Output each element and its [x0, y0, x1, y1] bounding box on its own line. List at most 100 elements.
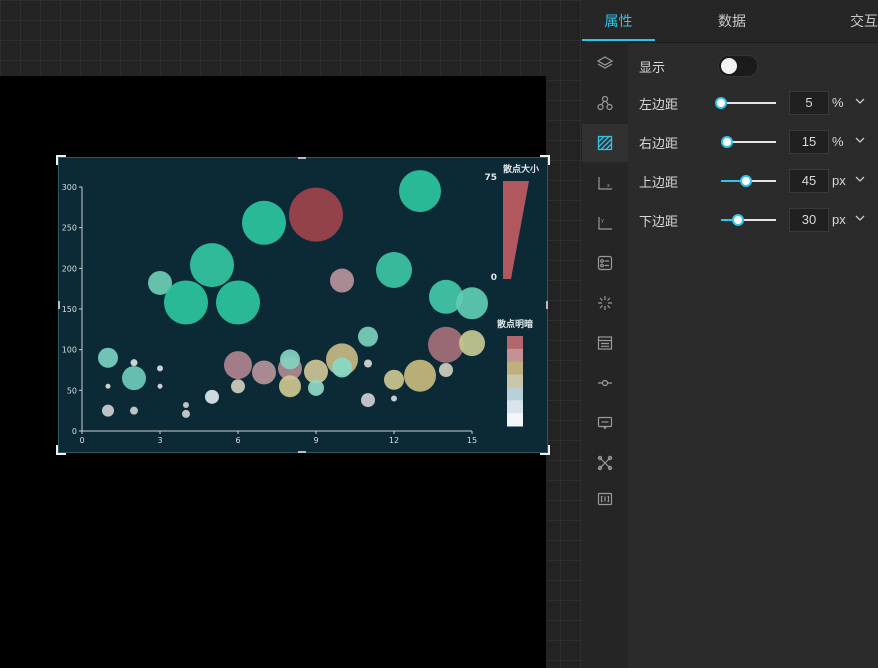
x-tick-label: 3 — [157, 436, 162, 445]
size-legend-max-label: 75 — [484, 173, 497, 183]
bottom-margin-slider[interactable] — [721, 214, 776, 226]
right-margin-label: 右边距 — [639, 136, 679, 151]
scatter-point — [399, 170, 441, 213]
resize-handle-right[interactable] — [546, 301, 548, 309]
bottom-margin-row: 下边距 30 px — [639, 207, 869, 233]
x-tick-label: 12 — [389, 436, 399, 445]
hatch-pattern-icon[interactable] — [582, 124, 628, 162]
y-axis-icon[interactable]: y — [582, 204, 628, 242]
scatter-point — [364, 359, 372, 368]
panel-tabs: 属性 数据 交互 — [582, 0, 878, 43]
show-toggle[interactable] — [718, 55, 758, 77]
scatter-point — [130, 359, 138, 367]
scatter-point — [224, 351, 252, 380]
scatter-point — [216, 280, 260, 325]
scatter-point — [459, 330, 485, 357]
tab-data[interactable]: 数据 — [692, 0, 772, 42]
x-tick-label: 0 — [79, 436, 84, 445]
legend-settings-icon[interactable] — [582, 244, 628, 282]
y-tick-label: 300 — [62, 183, 77, 192]
scatter-chart-widget[interactable]: 0 50 100 150 200 250 300 0 3 6 9 12 15 散点大小 75 0 散点明暗 — [56, 155, 550, 455]
tab-interaction[interactable]: 交互 — [808, 0, 878, 42]
right-margin-input[interactable]: 15 — [789, 130, 829, 154]
top-margin-label: 上边距 — [639, 175, 679, 190]
color-legend-segment — [507, 374, 523, 388]
x-tick-label: 9 — [313, 436, 318, 445]
chevron-down-icon[interactable] — [853, 133, 867, 147]
scatter-point — [130, 406, 138, 415]
scatter-point — [330, 268, 354, 293]
resize-handle-bottom[interactable] — [298, 451, 306, 453]
scatter-point — [404, 359, 436, 392]
size-legend-min-label: 0 — [491, 273, 497, 283]
slider-line-icon[interactable] — [582, 364, 628, 402]
bracket-code-icon[interactable] — [582, 480, 628, 518]
scatter-chart: 0 50 100 150 200 250 300 0 3 6 9 12 15 散点大小 75 0 散点明暗 — [62, 163, 539, 445]
show-label: 显示 — [639, 60, 666, 75]
size-legend-title: 散点大小 — [503, 163, 539, 175]
scatter-point — [384, 369, 404, 390]
tooltip-icon[interactable] — [582, 404, 628, 442]
scatter-point — [308, 379, 324, 396]
scatter-point — [252, 360, 276, 385]
nodes-icon[interactable] — [582, 84, 628, 122]
bottom-margin-input[interactable]: 30 — [789, 208, 829, 232]
sparkle-effect-icon[interactable] — [582, 284, 628, 322]
scatter-point — [182, 409, 190, 418]
color-legend-segment — [507, 413, 523, 427]
size-legend-shape — [503, 181, 529, 279]
top-margin-unit: px — [832, 173, 846, 188]
scatter-point — [391, 395, 397, 402]
show-row: 显示 — [639, 53, 869, 79]
layers-icon[interactable] — [582, 44, 628, 82]
resize-handle-top-left[interactable] — [56, 155, 66, 165]
scatter-point — [279, 375, 301, 398]
slider-handle[interactable] — [715, 97, 727, 109]
data-table-icon[interactable] — [582, 324, 628, 362]
scatter-point — [376, 251, 412, 288]
x-tick-label: 15 — [467, 436, 477, 445]
settings-category-bar: x y — [582, 42, 628, 668]
resize-handle-bottom-left[interactable] — [56, 445, 66, 455]
scatter-point — [332, 357, 352, 378]
scatter-point — [439, 363, 453, 377]
left-margin-label: 左边距 — [639, 97, 679, 112]
top-margin-slider[interactable] — [721, 175, 776, 187]
toggle-knob — [721, 58, 737, 74]
resize-handle-bottom-right[interactable] — [540, 445, 550, 455]
x-axis-icon[interactable]: x — [582, 164, 628, 202]
left-margin-input[interactable]: 5 — [789, 91, 829, 115]
resize-handle-top-right[interactable] — [540, 155, 550, 165]
scatter-point — [358, 326, 378, 347]
top-margin-input[interactable]: 45 — [789, 169, 829, 193]
chevron-down-icon[interactable] — [853, 172, 867, 186]
scatter-point — [242, 200, 286, 245]
left-margin-row: 左边距 5 % — [639, 90, 869, 116]
scatter-point — [102, 404, 114, 417]
scatter-point — [205, 389, 219, 404]
resize-handle-left[interactable] — [58, 301, 60, 309]
y-tick-label: 200 — [62, 264, 77, 273]
color-legend-segment — [507, 400, 523, 414]
left-margin-slider[interactable] — [715, 97, 776, 109]
svg-text:y: y — [601, 218, 604, 224]
slider-handle[interactable] — [739, 175, 752, 187]
tools-icon[interactable] — [582, 444, 628, 482]
scatter-point — [289, 187, 343, 242]
svg-text:x: x — [607, 183, 610, 189]
bottom-margin-label: 下边距 — [639, 214, 679, 229]
tab-properties[interactable]: 属性 — [582, 0, 655, 42]
scatter-point — [190, 243, 234, 288]
scatter-point — [280, 349, 300, 370]
left-margin-unit: % — [832, 95, 844, 110]
resize-handle-top[interactable] — [298, 157, 306, 159]
chevron-down-icon[interactable] — [853, 211, 867, 225]
slider-handle[interactable] — [731, 214, 744, 226]
bottom-margin-unit: px — [832, 212, 846, 227]
scatter-point — [98, 347, 118, 368]
chevron-down-icon[interactable] — [853, 94, 867, 108]
scatter-point — [456, 287, 488, 320]
y-tick-label: 50 — [67, 386, 77, 395]
slider-handle[interactable] — [720, 136, 733, 148]
right-margin-slider[interactable] — [720, 136, 776, 148]
